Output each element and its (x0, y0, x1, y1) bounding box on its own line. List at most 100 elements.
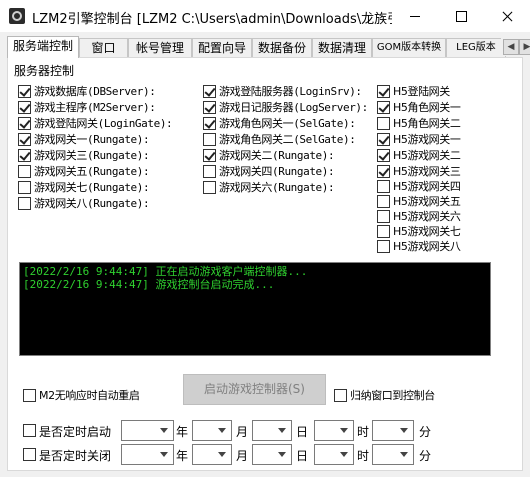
checkbox-label: 游戏网关四(Rungate): (219, 165, 335, 178)
checkbox-label: 游戏日记服务器(LogServer): (219, 101, 368, 114)
schedule-stop-row: 是否定时关闭 年 月 日 时 分 (23, 444, 463, 466)
checkbox-label: 游戏数据库(DBServer): (34, 85, 156, 98)
tab-data-backup[interactable]: 数据备份 (252, 38, 312, 57)
window-title: LZM2引擎控制台 [LZM2 C:\Users\admin\Downloads… (32, 12, 392, 27)
checkbox-label: 游戏网关七(Rungate): (34, 181, 150, 194)
checkbox-box[interactable] (203, 117, 216, 130)
start-minute-select[interactable] (372, 420, 414, 441)
schedule-start-label: 是否定时启动 (39, 425, 112, 439)
checkbox-box[interactable] (203, 101, 216, 114)
checkbox-label: H5游戏网关三 (393, 165, 461, 178)
close-button[interactable] (484, 0, 530, 32)
tab-leg-version[interactable]: LEG版本 (446, 38, 506, 57)
tab-window[interactable]: 窗口 (79, 38, 128, 57)
checkbox-box[interactable] (18, 117, 31, 130)
minimize-button[interactable] (392, 0, 438, 32)
chevron-down-icon (160, 452, 168, 457)
checkbox-box[interactable] (377, 101, 390, 114)
schedule-stop-label: 是否定时关闭 (39, 449, 112, 463)
log-line: [2022/2/16 9:44:47] 游戏控制台启动完成... (23, 278, 275, 291)
checkbox-box[interactable] (377, 225, 390, 238)
stop-month-select[interactable] (192, 444, 232, 465)
stop-day-select[interactable] (252, 444, 292, 465)
checkbox-box[interactable] (23, 389, 36, 402)
checkbox-box[interactable] (203, 133, 216, 146)
checkbox-box[interactable] (377, 165, 390, 178)
schedule-stop-checkbox[interactable] (23, 448, 36, 461)
unit-hour: 时 (357, 449, 370, 463)
checkbox-label: 游戏角色网关一(SelGate): (219, 117, 356, 130)
unit-minute: 分 (419, 425, 432, 439)
checkbox-label: 游戏网关八(Rungate): (34, 197, 150, 210)
checkbox-box[interactable] (18, 101, 31, 114)
log-line: [2022/2/16 9:44:47] 正在启动游戏客户端控制器... (23, 265, 308, 278)
tab-scroll-buttons: ◀ ▶ (501, 38, 530, 56)
unit-day: 日 (296, 425, 309, 439)
checkbox-box[interactable] (18, 181, 31, 194)
app-icon (9, 8, 25, 24)
checkbox-box[interactable] (377, 210, 390, 223)
checkbox-box[interactable] (18, 133, 31, 146)
start-controller-button[interactable]: 启动游戏控制器(S) (183, 374, 326, 405)
checkbox-label: H5游戏网关二 (393, 149, 461, 162)
tab-config-wizard[interactable]: 配置向导 (192, 38, 252, 57)
checkbox-label: M2无响应时自动重启 (39, 389, 140, 402)
stop-year-select[interactable] (121, 444, 174, 465)
checkbox-label: 游戏网关三(Rungate): (34, 149, 150, 162)
checkbox-label: H5游戏网关五 (393, 195, 461, 208)
checkbox-label: H5游戏网关六 (393, 210, 461, 223)
log-console[interactable]: [2022/2/16 9:44:47] 正在启动游戏客户端控制器... [202… (19, 262, 491, 356)
checkbox-label: H5游戏网关一 (393, 133, 461, 146)
checkbox-label: H5登陆网关 (393, 85, 450, 98)
tab-account-management[interactable]: 帐号管理 (128, 38, 192, 57)
checkbox-label: 游戏登陆服务器(LoginSrv): (219, 85, 362, 98)
stop-minute-select[interactable] (372, 444, 414, 465)
checkbox-label: 游戏主程序(M2Server): (34, 101, 156, 114)
unit-year: 年 (176, 449, 189, 463)
checkbox-label: 归纳窗口到控制台 (350, 389, 435, 402)
schedule-start-row: 是否定时启动 年 月 日 时 分 (23, 420, 463, 442)
checkbox-label: 游戏网关一(Rungate): (34, 133, 150, 146)
checkbox-label: H5角色网关二 (393, 117, 461, 130)
tab-server-control[interactable]: 服务端控制 (7, 36, 79, 58)
checkbox-box[interactable] (18, 85, 31, 98)
checkbox-box[interactable] (203, 149, 216, 162)
checkbox-box[interactable] (203, 85, 216, 98)
checkbox-box[interactable] (203, 181, 216, 194)
checkbox-box[interactable] (18, 149, 31, 162)
tab-data-cleanup[interactable]: 数据清理 (312, 38, 372, 57)
checkbox-label: 游戏角色网关二(SelGate): (219, 133, 356, 146)
chevron-down-icon (218, 452, 226, 457)
checkbox-box[interactable] (377, 195, 390, 208)
checkbox-label: 游戏登陆网关(LoginGate): (34, 117, 173, 130)
title-bar: LZM2引擎控制台 [LZM2 C:\Users\admin\Downloads… (0, 0, 530, 32)
start-hour-select[interactable] (314, 420, 354, 441)
maximize-button[interactable] (438, 0, 484, 32)
checkbox-label: H5游戏网关七 (393, 225, 461, 238)
checkbox-box[interactable] (377, 117, 390, 130)
start-year-select[interactable] (121, 420, 174, 441)
checkbox-box[interactable] (377, 133, 390, 146)
checkbox-box[interactable] (203, 165, 216, 178)
unit-month: 月 (236, 425, 249, 439)
checkbox-box[interactable] (377, 180, 390, 193)
tab-strip: 服务端控制 窗口 帐号管理 配置向导 数据备份 数据清理 GOM版本转换 LEG… (7, 36, 530, 58)
checkbox-box[interactable] (18, 165, 31, 178)
stop-hour-select[interactable] (314, 444, 354, 465)
unit-year: 年 (176, 425, 189, 439)
tab-scroll-left-icon[interactable]: ◀ (503, 39, 519, 55)
unit-month: 月 (236, 449, 249, 463)
schedule-start-checkbox[interactable] (23, 424, 36, 437)
checkbox-box[interactable] (377, 240, 390, 253)
chevron-down-icon (278, 452, 286, 457)
server-control-group-label: 服务器控制 (14, 64, 75, 78)
start-month-select[interactable] (192, 420, 232, 441)
chevron-down-icon (340, 428, 348, 433)
checkbox-box[interactable] (18, 197, 31, 210)
tab-gom-convert[interactable]: GOM版本转换 (372, 38, 446, 57)
checkbox-box[interactable] (334, 389, 347, 402)
tab-scroll-right-icon[interactable]: ▶ (519, 39, 530, 55)
start-day-select[interactable] (252, 420, 292, 441)
checkbox-box[interactable] (377, 149, 390, 162)
checkbox-box[interactable] (377, 85, 390, 98)
